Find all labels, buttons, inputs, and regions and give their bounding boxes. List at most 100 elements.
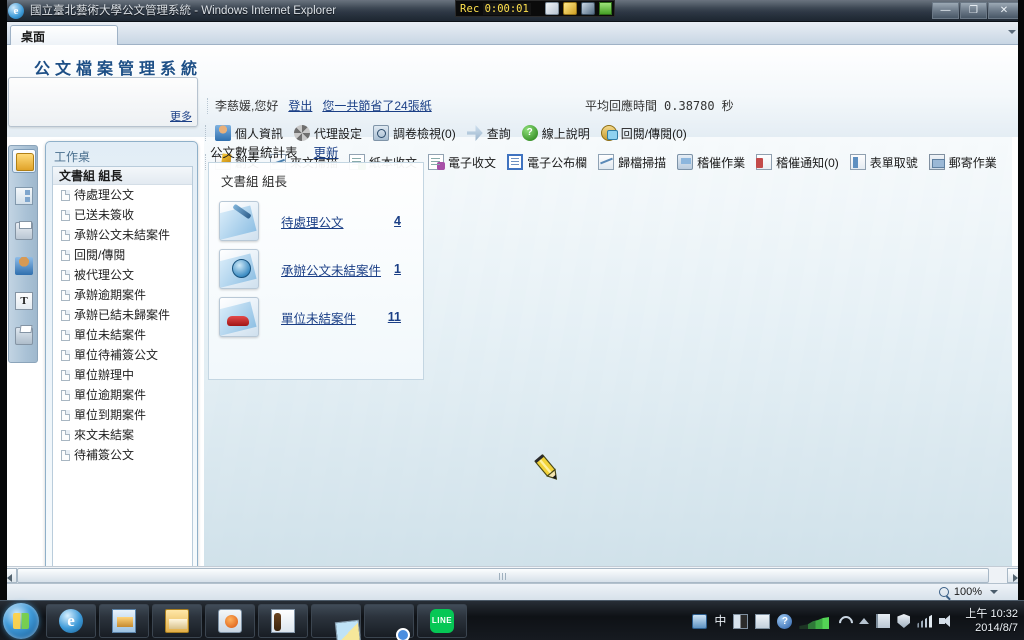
sidebar-item-unit-pending-signature[interactable]: 單位待補簽公文 [53,345,192,365]
table-row[interactable]: 承辦公文未結案件 1 [219,247,415,291]
table-row[interactable]: 單位未結案件 11 [219,295,415,339]
logout-link[interactable]: 登出 [288,98,312,114]
sidebar-item-handler-open-cases[interactable]: 承辦公文未結案件 [53,225,192,245]
toolbar-label: 稽催作業 [697,155,746,170]
statistics-card: 文書組 組長 待處理公文 4 承辦公文未結案件 1 單位未結案件 11 [208,162,424,380]
ime-menu-icon[interactable] [755,613,771,629]
paper-saved-link[interactable]: 您一共節省了24張紙 [322,98,431,114]
stat-count-link[interactable]: 4 [394,214,415,228]
rail-button-fax[interactable] [12,324,36,348]
toolbar-label: 歸檔掃描 [618,155,667,170]
sidebar-item-handler-overdue[interactable]: 承辦逾期案件 [53,285,192,305]
bulletin-board-icon [507,154,524,170]
sidebar-item-closed-unarchived[interactable]: 承辦已結未歸案件 [53,305,192,325]
tab-desktop[interactable]: 桌面 [10,25,118,45]
toolbar-button-search[interactable]: 查詢 [464,123,517,144]
signal-bars-icon[interactable] [917,614,933,628]
chevron-down-icon[interactable] [990,590,998,594]
sidebar-item-circulation[interactable]: 回閱/傳閱 [53,245,192,265]
text-tool-icon: T [15,292,33,310]
taskbar-button-photo-gallery[interactable] [99,604,149,638]
taskbar-button-media-player[interactable] [205,604,255,638]
sidebar-item-pending-signature[interactable]: 待補簽公文 [53,445,192,465]
pen-tool-icon[interactable] [545,2,559,15]
screen-recorder-bar[interactable]: Rec 0:00:01 [455,0,615,17]
toolbar-button-agent-settings[interactable]: 代理設定 [291,123,368,144]
announcement-box: 更多 [8,77,198,127]
sidebar-item-unit-overdue[interactable]: 單位逾期案件 [53,385,192,405]
toolbar-button-audit-task[interactable]: 稽催作業 [674,152,751,173]
minimize-button[interactable]: — [932,2,959,19]
toolbar-button-online-help[interactable]: ? 線上說明 [519,123,596,144]
refresh-link[interactable]: 更新 [314,142,339,161]
stat-count-link[interactable]: 11 [388,310,415,324]
show-hidden-icons-icon[interactable] [859,618,870,624]
table-row[interactable]: 待處理公文 4 [219,199,415,243]
close-button[interactable]: ✕ [988,2,1020,19]
announcement-more-link[interactable]: 更多 [170,108,192,124]
wifi-icon[interactable] [836,614,852,628]
security-shield-icon[interactable] [897,614,911,628]
chinese-input-icon[interactable]: 中 [714,614,726,629]
rail-button-person[interactable] [12,254,36,278]
toolbar-button-form-number[interactable]: 表單取號 [847,152,924,173]
network-graph-icon[interactable] [799,613,829,629]
gear-icon [294,125,311,141]
rail-button-folder[interactable] [12,149,36,173]
media-player-icon [218,609,242,633]
sidebar-item-delegated-docs[interactable]: 被代理公文 [53,265,192,285]
sidebar-item-unit-open-cases[interactable]: 單位未結案件 [53,325,192,345]
scrollbar-grip [499,573,508,580]
taskbar-button-line[interactable]: LINE [417,604,467,638]
sidebar-item-label: 單位未結案件 [74,328,147,342]
highlighter-tool-icon[interactable] [563,2,577,15]
folder-icon [16,153,34,171]
clock[interactable]: 上午 10:32 2014/8/7 [961,607,1018,635]
toolbar-button-electronic-receive[interactable]: 電子收文 [425,152,502,173]
toolbar-divider [205,154,206,170]
toolbar-button-file-review[interactable]: 調卷檢視(0) [370,123,462,144]
zoom-control[interactable]: 100% [938,586,1024,599]
horizontal-scrollbar[interactable] [0,566,1024,583]
stat-label-link[interactable]: 待處理公文 [259,212,394,231]
flag-action-center-icon[interactable] [876,614,891,628]
volume-icon[interactable] [939,614,954,628]
stat-label-link[interactable]: 單位未結案件 [259,308,388,327]
taskbar-button-file-explorer[interactable] [152,604,202,638]
taskbar-button-notes-app[interactable] [311,604,362,640]
help-icon[interactable]: ? [777,613,793,629]
screen: e 國立臺北藝術大學公文管理系統 - Windows Internet Expl… [0,0,1024,640]
toolbar-button-archive-scan[interactable]: 歸檔掃描 [595,152,672,173]
rail-button-printer[interactable] [12,219,36,243]
sidebar-item-unit-in-progress[interactable]: 單位辦理中 [53,365,192,385]
spray-tool-icon[interactable] [581,2,595,15]
ime-status-icon[interactable] [692,613,708,629]
main-heading-row: 公文數量統計表 更新 [210,142,339,161]
toolbar-button-audit-notify[interactable]: 稽催通知(0) [753,152,845,173]
scrollbar-thumb[interactable] [17,568,989,583]
toolbar-button-circulate[interactable]: 回閱/傳閱(0) [598,123,693,144]
taskbar-button-google-chrome[interactable] [364,604,414,638]
start-orb-icon[interactable] [3,603,39,639]
rail-button-org-chart[interactable] [12,184,36,208]
sidebar-item-unit-due[interactable]: 單位到期案件 [53,405,192,425]
toolbar-button-mail-task[interactable]: 郵寄作業 [926,152,1003,173]
sidebar-item-pending-docs[interactable]: 待處理公文 [53,185,192,205]
system-tray: 中 ? 上午 10:32 2014/8/7 [692,601,1018,640]
toolbar-button-bulletin-board[interactable]: 電子公布欄 [504,152,593,173]
chevron-down-icon[interactable] [1008,30,1016,34]
taskbar-button-guitar-app[interactable] [258,604,308,638]
toolbar-divider [205,125,206,141]
rail-button-text-tool[interactable]: T [12,289,36,313]
stat-label-link[interactable]: 承辦公文未結案件 [259,260,394,279]
stop-record-icon[interactable] [599,2,612,15]
sidebar-item-sent-unsigned[interactable]: 已送未簽收 [53,205,192,225]
stat-count-link[interactable]: 1 [394,262,415,276]
maximize-button[interactable]: ❐ [960,2,987,19]
toolbar-button-personal-info[interactable]: 個人資訊 [212,123,289,144]
taskbar: e LINE 中 ? 上午 10:32 2014/8/7 [0,600,1024,640]
response-time-value: 0.38780 [664,99,715,113]
sidebar-item-incoming-open[interactable]: 來文未結案 [53,425,192,445]
halfwidth-icon[interactable] [733,613,749,629]
taskbar-button-internet-explorer[interactable]: e [46,604,96,638]
